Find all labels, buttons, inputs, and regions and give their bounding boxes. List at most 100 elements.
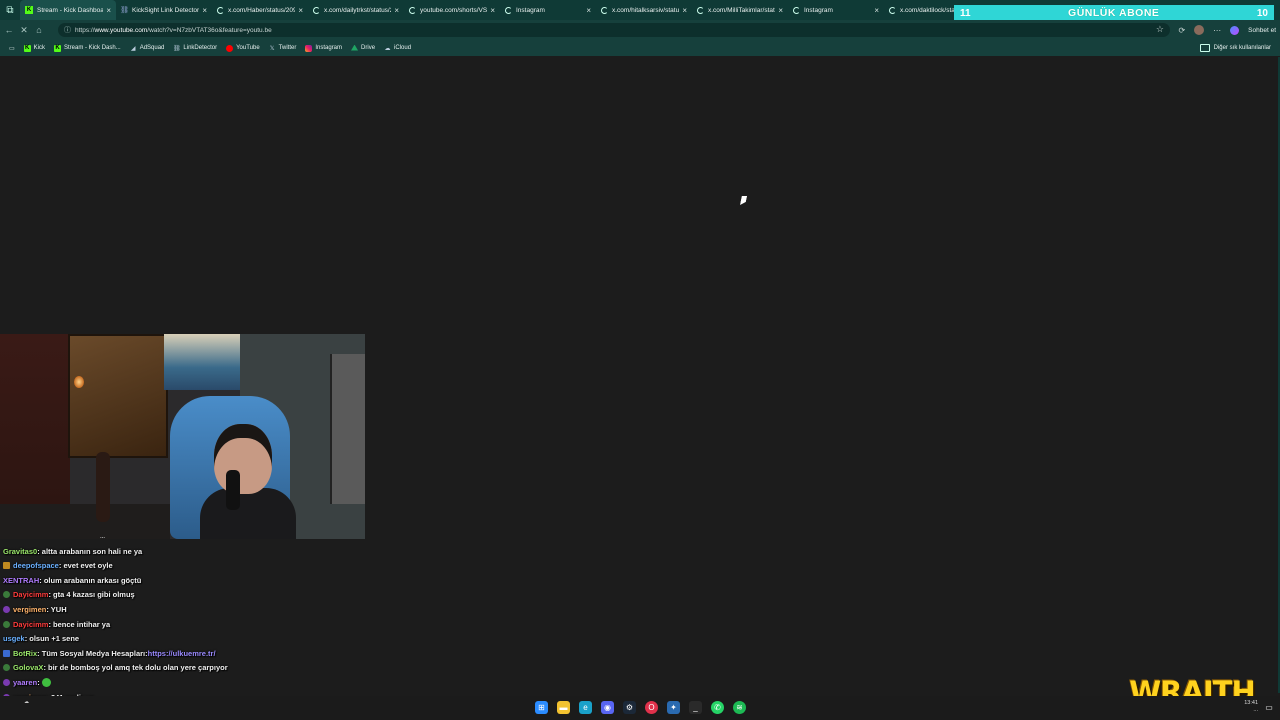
- bookmark-label: AdSquad: [139, 45, 165, 51]
- bookmark-2[interactable]: ◢ AdSquad: [130, 45, 165, 52]
- bookmark-5[interactable]: 𝕏 Twitter: [269, 45, 297, 52]
- close-tab-icon[interactable]: ×: [106, 6, 111, 15]
- chat-overlay: ... Gravitas0 : altta arabanın son hali …: [0, 534, 420, 720]
- bookmark-3[interactable]: ⛓ LinkDetector: [173, 45, 217, 52]
- chat-username[interactable]: GolovaX: [13, 663, 43, 672]
- x-icon: 𝕏: [269, 45, 275, 52]
- bookmark-8[interactable]: ☁ iCloud: [384, 45, 412, 52]
- chat-username[interactable]: yaaren: [13, 678, 37, 687]
- chat-username[interactable]: XENTRAH: [3, 576, 39, 585]
- loading-icon: [601, 6, 608, 14]
- whatsapp-icon[interactable]: ✆: [711, 701, 724, 714]
- bookmark-4[interactable]: YouTube: [226, 44, 260, 52]
- tab-title: Instagram: [516, 6, 545, 14]
- chat-text: : evet evet oyle: [58, 561, 113, 571]
- clock-time: 13:41: [1244, 700, 1258, 706]
- spotify-icon[interactable]: ≋: [733, 701, 746, 714]
- chat-username[interactable]: BotRix: [13, 649, 37, 658]
- tab-title: x.com/Haber/status/209: [228, 6, 296, 14]
- bookmark-list: K Kick K Stream - Kick Dash... ◢ AdSquad ⛓ Link…: [15, 44, 412, 52]
- reload-icon[interactable]: ✕: [18, 22, 30, 38]
- bookmark-star-icon[interactable]: ☆: [1156, 24, 1164, 35]
- bookmark-6[interactable]: Instagram: [305, 44, 342, 52]
- bookmark-7[interactable]: Drive: [351, 44, 376, 52]
- tab-7[interactable]: x.com/MilliTakimlar/statu ×: [692, 0, 788, 20]
- chat-badge-icon: [3, 620, 10, 628]
- chat-message: GolovaX : bir de bomboş yol amq tek dolu…: [3, 662, 228, 674]
- close-tab-icon[interactable]: ×: [586, 6, 591, 15]
- menu-icon[interactable]: ⋯: [1213, 26, 1221, 35]
- edge-icon[interactable]: e: [579, 701, 592, 714]
- chat-username[interactable]: usgek: [3, 634, 25, 643]
- discord-icon[interactable]: ◉: [601, 701, 614, 714]
- chat-text: : altta arabanın son hali ne ya: [37, 546, 143, 556]
- tab-actions-icon[interactable]: ⧉: [0, 0, 20, 20]
- chat-username[interactable]: Dayicimm: [13, 620, 48, 629]
- chat-text: : olum arabanın arkası göçtü: [39, 575, 142, 585]
- bookmark-1[interactable]: K Stream - Kick Dash...: [54, 44, 121, 52]
- tab-title: youtube.com/shorts/VSg: [420, 6, 488, 14]
- link-icon: ⛓: [173, 45, 181, 52]
- settings-icon[interactable]: ✦: [667, 701, 680, 714]
- tab-8[interactable]: Instagram ×: [788, 0, 884, 20]
- chat-text: :: [37, 677, 40, 687]
- notification-icon[interactable]: ▭: [1264, 701, 1274, 714]
- chat-cut-line: ...: [100, 534, 106, 540]
- terminal-icon[interactable]: _: [689, 701, 702, 714]
- windows-start-icon[interactable]: ⊞: [535, 701, 548, 714]
- opera-gx-icon[interactable]: O: [645, 701, 658, 714]
- drive-icon: [351, 44, 359, 51]
- close-tab-icon[interactable]: ×: [778, 6, 783, 15]
- chat-message: Dayicimm : bence intihar ya: [3, 618, 110, 630]
- chat-button-label[interactable]: Sohbet et: [1248, 27, 1276, 34]
- system-clock[interactable]: 13:41 ...: [1244, 700, 1258, 714]
- weather-widget[interactable]: ☁: [24, 699, 29, 705]
- tab-2[interactable]: x.com/Haber/status/209 ×: [212, 0, 308, 20]
- tab-6[interactable]: x.com/hitalksarsiv/status/×: [596, 0, 692, 20]
- bookmark-0[interactable]: K Kick: [23, 44, 46, 52]
- other-bookmarks-label: Diğer sık kullanılanlar: [1213, 45, 1271, 51]
- url-prefix: https://: [75, 26, 95, 34]
- extensions-icon[interactable]: ⟳: [1178, 26, 1185, 35]
- instagram-icon: [305, 44, 313, 52]
- other-bookmarks[interactable]: Diğer sık kullanılanlar: [1199, 40, 1271, 56]
- close-tab-icon[interactable]: ×: [874, 6, 879, 15]
- bookmark-label: Drive: [361, 45, 376, 51]
- loading-icon: [409, 6, 416, 14]
- bookmark-label: Kick: [33, 45, 46, 51]
- clock-date: ...: [1253, 707, 1258, 713]
- bookmark-label: iCloud: [394, 45, 412, 51]
- chat-username[interactable]: deepofspace: [13, 561, 59, 570]
- chat-link[interactable]: https://ulkuemre.tr/: [148, 649, 216, 658]
- close-tab-icon[interactable]: ×: [490, 6, 495, 15]
- address-bar[interactable]: ⓘ https://www.youtube.com/watch?v=N7zbVT…: [58, 23, 1170, 37]
- steam-icon[interactable]: ⚙: [623, 701, 636, 714]
- loading-icon: [217, 6, 224, 14]
- chat-username[interactable]: Gravitas0: [3, 547, 37, 556]
- tab-1[interactable]: ⛓ KickSight Link Detector ×: [116, 0, 212, 20]
- site-info-icon[interactable]: ⓘ: [64, 25, 71, 35]
- close-tab-icon[interactable]: ×: [394, 6, 399, 15]
- file-explorer-icon[interactable]: ▬: [557, 701, 570, 714]
- bookmark-label: Twitter: [278, 45, 297, 51]
- close-tab-icon[interactable]: ×: [298, 6, 303, 15]
- tab-title: Instagram: [804, 6, 833, 14]
- tab-0[interactable]: K Stream - Kick Dashboard ×: [20, 0, 116, 20]
- profile-avatar[interactable]: [1194, 25, 1205, 35]
- webcam-floor: [0, 504, 170, 539]
- tab-4[interactable]: youtube.com/shorts/VSg ×: [404, 0, 500, 20]
- tab-3[interactable]: x.com/dailytrkst/status/2 ×: [308, 0, 404, 20]
- close-tab-icon[interactable]: ×: [682, 6, 687, 15]
- tab-5[interactable]: Instagram ×: [500, 0, 596, 20]
- home-icon[interactable]: ⌂: [33, 22, 45, 38]
- chat-username[interactable]: vergimen: [13, 605, 46, 614]
- chat-username[interactable]: Dayicimm: [13, 590, 48, 599]
- tab-title: Stream - Kick Dashboard: [37, 6, 104, 14]
- chat-message: BotRix : Tüm Sosyal Medya Hesapları: htt…: [3, 647, 216, 659]
- close-tab-icon[interactable]: ×: [202, 6, 207, 15]
- webcam-shelf: [330, 354, 365, 504]
- back-icon[interactable]: ←: [3, 22, 15, 38]
- copilot-icon[interactable]: [1230, 25, 1240, 35]
- url-path: /watch?v=N7zbVTAT36o&feature=youtu.be: [147, 26, 272, 34]
- chat-message: Dayicimm : gta 4 kazası gibi olmuş: [3, 589, 135, 601]
